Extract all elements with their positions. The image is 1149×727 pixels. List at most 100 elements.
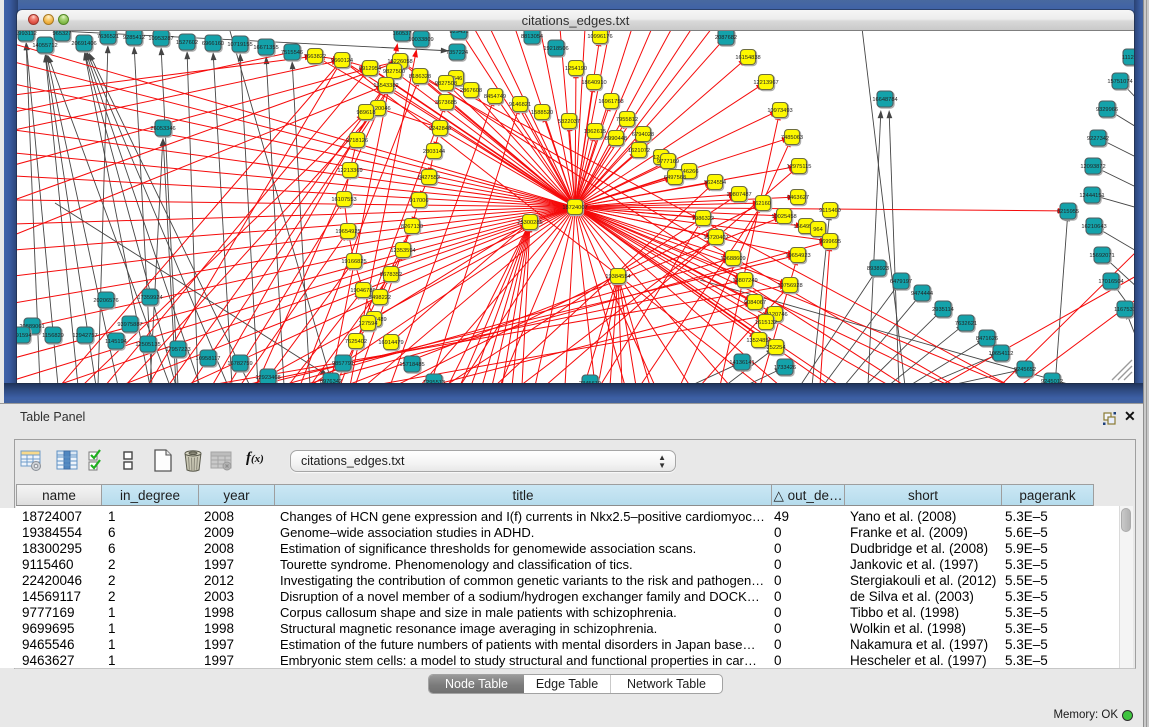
svg-text:10033809: 10033809 (408, 37, 433, 43)
svg-text:16782759: 16782759 (227, 361, 252, 367)
svg-text:10756928: 10756928 (777, 283, 802, 289)
svg-text:19166825: 19166825 (341, 259, 366, 265)
svg-text:9084067: 9084067 (744, 300, 766, 306)
svg-text:917006: 917006 (410, 198, 429, 204)
svg-text:964: 964 (813, 227, 823, 233)
svg-text:10807487: 10807487 (726, 192, 751, 198)
svg-text:8813054: 8813054 (521, 34, 543, 40)
svg-text:2867608: 2867608 (460, 88, 482, 94)
svg-text:12093872: 12093872 (1080, 164, 1105, 170)
svg-text:16210643: 16210643 (1081, 224, 1106, 230)
svg-text:9699695: 9699695 (819, 239, 841, 245)
svg-text:9115460: 9115460 (819, 208, 841, 214)
svg-text:9245012: 9245012 (1041, 379, 1063, 383)
svg-text:8427552: 8427552 (418, 175, 440, 181)
svg-text:8186328: 8186328 (409, 74, 431, 80)
svg-text:8471626: 8471626 (976, 336, 998, 342)
svg-text:9227342: 9227342 (1087, 136, 1109, 142)
svg-text:8976342: 8976342 (320, 379, 342, 383)
svg-text:16107553: 16107553 (331, 197, 356, 203)
svg-text:10654112: 10654112 (989, 351, 1014, 357)
svg-text:829451: 829451 (450, 31, 469, 35)
svg-text:391594: 391594 (17, 333, 31, 339)
svg-text:9857791: 9857791 (332, 361, 354, 367)
svg-text:17359924: 17359924 (137, 295, 162, 301)
svg-text:20206576: 20206576 (93, 298, 118, 304)
svg-text:10996176: 10996176 (587, 34, 612, 40)
svg-text:1527602: 1527602 (176, 40, 198, 46)
svg-text:16543382: 16543382 (373, 83, 398, 89)
svg-text:13524851: 13524851 (746, 338, 771, 344)
svg-text:1254190: 1254190 (565, 66, 587, 72)
svg-text:18807249: 18807249 (732, 278, 757, 284)
svg-text:7485063: 7485063 (781, 135, 803, 141)
svg-text:8912954: 8912954 (359, 66, 381, 72)
svg-text:10958117: 10958117 (196, 356, 221, 362)
svg-text:3498222: 3498222 (369, 295, 391, 301)
svg-text:8215955: 8215955 (1057, 209, 1079, 215)
svg-text:989618: 989618 (357, 110, 376, 116)
svg-text:9329966: 9329966 (1096, 107, 1118, 113)
svg-text:6479197: 6479197 (890, 279, 912, 285)
svg-text:18640910: 18640910 (581, 80, 606, 86)
svg-text:9242848: 9242848 (429, 126, 451, 132)
svg-text:111275: 111275 (1122, 55, 1134, 61)
svg-text:1588520: 1588520 (531, 110, 553, 116)
svg-text:1362615: 1362615 (584, 129, 606, 135)
svg-text:127594: 127594 (359, 321, 378, 327)
svg-text:6794028: 6794028 (632, 132, 654, 138)
svg-text:9463627: 9463627 (787, 195, 809, 201)
svg-text:16671355: 16671355 (253, 45, 278, 51)
svg-text:9285412: 9285412 (123, 35, 145, 41)
svg-text:12505135: 12505135 (135, 342, 160, 348)
svg-text:2935114: 2935114 (932, 307, 954, 313)
svg-text:12444151: 12444151 (1079, 193, 1104, 199)
svg-text:2087682: 2087682 (715, 35, 737, 41)
svg-text:16914479: 16914479 (378, 340, 403, 346)
svg-text:19046786: 19046786 (350, 288, 375, 294)
svg-text:25300285: 25300285 (517, 220, 542, 226)
svg-text:2718126: 2718126 (346, 138, 368, 144)
svg-text:1733426: 1733426 (774, 365, 796, 371)
svg-text:7357224: 7357224 (446, 50, 468, 56)
svg-text:14055712: 14055712 (32, 43, 57, 49)
svg-text:10953287: 10953287 (148, 36, 173, 42)
svg-text:12923468: 12923468 (255, 375, 280, 381)
svg-text:12213967: 12213967 (753, 80, 778, 86)
svg-text:7986322: 7986322 (692, 216, 714, 222)
svg-text:62160: 62160 (755, 201, 771, 207)
svg-text:1167531: 1167531 (1114, 307, 1134, 313)
svg-text:6497568: 6497568 (664, 175, 686, 181)
svg-text:18724007: 18724007 (562, 205, 587, 211)
svg-text:14136141: 14136141 (729, 360, 754, 366)
svg-text:9474444: 9474444 (911, 291, 933, 297)
svg-text:5322037: 5322037 (558, 119, 580, 125)
svg-text:10973493: 10973493 (767, 108, 792, 114)
svg-text:2345619: 2345619 (579, 381, 601, 383)
svg-text:15692071: 15692071 (1089, 253, 1114, 259)
svg-text:9777169: 9777169 (657, 159, 679, 165)
svg-text:93975887: 93975887 (117, 322, 142, 328)
svg-text:1156829: 1156829 (42, 333, 64, 339)
svg-text:15751074: 15751074 (1107, 79, 1132, 85)
svg-text:8938923: 8938923 (867, 266, 889, 272)
svg-text:15718485: 15718485 (399, 362, 424, 368)
svg-text:8267130: 8267130 (401, 224, 423, 230)
svg-text:3673685: 3673685 (435, 100, 457, 106)
svg-text:1295513: 1295513 (423, 380, 445, 383)
svg-text:8990448: 8990448 (605, 136, 627, 142)
svg-text:10688609: 10688609 (720, 256, 745, 262)
svg-text:7663822: 7663822 (304, 54, 326, 60)
svg-text:7515546: 7515546 (281, 50, 303, 56)
svg-text:965327: 965327 (53, 31, 72, 37)
svg-text:8678352: 8678352 (380, 272, 402, 278)
svg-text:10025458: 10025458 (771, 214, 796, 220)
svg-text:1615132: 1615132 (755, 320, 777, 326)
svg-text:7955812: 7955812 (616, 117, 638, 123)
svg-text:16648784: 16648784 (872, 97, 897, 103)
svg-text:2803144: 2803144 (423, 149, 445, 155)
svg-text:19654923: 19654923 (785, 253, 810, 259)
svg-text:8454749: 8454749 (484, 94, 506, 100)
svg-text:9660124: 9660124 (331, 58, 353, 64)
svg-text:16154838: 16154838 (735, 55, 760, 61)
